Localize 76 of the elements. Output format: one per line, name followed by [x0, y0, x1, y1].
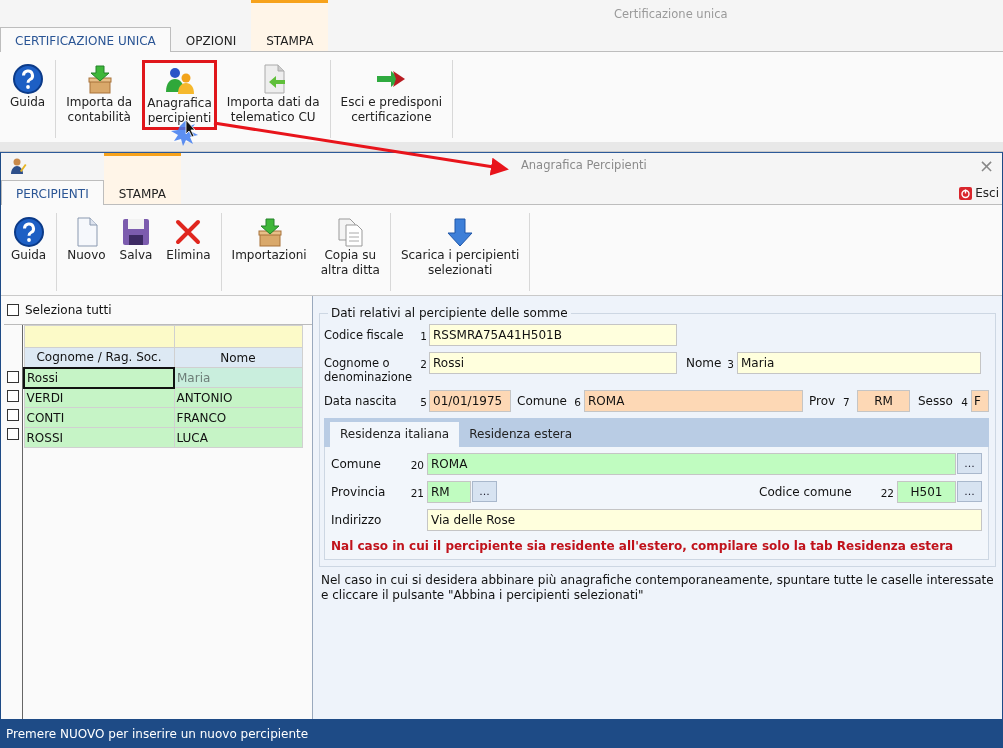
ribbon-button[interactable]: Copia su altra ditta — [316, 213, 384, 281]
section-title: Dati relativi al percipiente delle somme — [330, 306, 569, 320]
window-title: Anagrafica Percipienti — [519, 157, 648, 175]
ribbon-button[interactable]: Guida — [6, 60, 50, 113]
filter-cell[interactable] — [174, 325, 302, 348]
ribbon-button[interactable]: Importazioni — [227, 213, 311, 266]
field-number: 2 — [420, 357, 427, 372]
field-label: Comune — [517, 393, 568, 408]
ribbon-button[interactable]: Importa da contabilità — [62, 60, 137, 128]
ribbon-button[interactable]: Importa dati da telematico CU — [222, 60, 324, 128]
ribbon-button[interactable]: Scarica i percipienti selezionati — [396, 213, 524, 281]
input-field[interactable]: Maria — [737, 352, 981, 374]
field-label: Prov — [809, 393, 837, 408]
checkbox[interactable] — [7, 390, 19, 402]
field-number: 6 — [573, 395, 581, 410]
power-icon — [959, 186, 973, 200]
field-number: 21 — [409, 486, 424, 501]
field-number: 4 — [960, 395, 968, 410]
checkbox[interactable] — [7, 428, 19, 440]
table-cell: Rossi — [24, 367, 174, 388]
field-number: 5 — [420, 395, 427, 410]
field-label: Nome — [686, 355, 723, 370]
input-field[interactable]: ROMA — [584, 390, 803, 412]
input-field[interactable]: H501 — [897, 481, 956, 503]
field-label: Data nascita — [324, 393, 398, 408]
field-number: 3 — [726, 357, 734, 372]
warning-text: Nal caso in cui il percipiente sia residente all'estero, compilare solo la tab Residenza estera — [331, 538, 955, 555]
input-field[interactable]: ROMA — [427, 453, 956, 475]
input-field[interactable]: RM — [427, 481, 471, 503]
table-cell: ROSSI — [24, 427, 174, 448]
table-cell: CONTI — [24, 407, 174, 428]
field-label: Sesso — [918, 393, 954, 408]
browse-button[interactable]: ... — [957, 453, 982, 474]
tab[interactable]: Residenza italiana — [330, 422, 460, 447]
field-label: Provincia — [331, 484, 387, 499]
browse-button[interactable]: ... — [472, 481, 497, 502]
field-label: Codice comune — [759, 484, 853, 499]
input-field[interactable]: Rossi — [429, 352, 677, 374]
input-field[interactable]: RM — [857, 390, 910, 412]
tab[interactable]: PERCIPIENTI — [1, 180, 104, 205]
input-field[interactable]: F — [971, 390, 989, 412]
table-cell: VERDI — [24, 387, 174, 408]
status-bar: Premere NUOVO per inserire un nuovo percipiente — [1, 719, 1002, 747]
select-all-label: Seleziona tutti — [25, 302, 112, 319]
note-text: Nel caso in cui si desidera abbinare più anagrafiche contemporaneamente, spuntare tutte le caselle interessate e cliccare il pulsante "Abbina i percipienti selezionati" — [321, 573, 994, 603]
field-number: 1 — [420, 329, 427, 344]
input-field[interactable]: 01/01/1975 — [429, 390, 511, 412]
field-number: 22 — [879, 486, 894, 501]
ribbon-button[interactable]: Nuovo — [63, 213, 110, 266]
ribbon-button[interactable]: Salva — [115, 213, 157, 266]
field-label: Cognome o denominazione — [324, 355, 414, 384]
ribbon-button[interactable]: Guida — [7, 213, 51, 266]
input-field[interactable]: RSSMRA75A41H501B — [429, 324, 677, 346]
input-field[interactable]: Via delle Rose — [427, 509, 982, 531]
ribbon-button[interactable]: Anagrafica percipienti — [142, 60, 217, 130]
field-number: 7 — [843, 395, 849, 410]
field-label: Indirizzo — [331, 512, 383, 527]
column-header: Cognome / Rag. Soc. — [24, 347, 174, 368]
ribbon-button[interactable]: Elimina — [162, 213, 215, 266]
exit-button[interactable]: Esci — [956, 184, 1002, 204]
app-title: Certificazione unica — [612, 6, 729, 23]
ribbon-button[interactable]: Esci e predisponi certificazione — [336, 60, 447, 128]
checkbox[interactable] — [7, 409, 19, 421]
user-edit-icon — [9, 157, 27, 175]
filter-cell[interactable] — [24, 325, 174, 348]
field-label: Codice fiscale — [324, 327, 405, 342]
checkbox[interactable] — [7, 371, 19, 383]
checkbox[interactable] — [7, 304, 19, 316]
tab[interactable]: Residenza estera — [459, 422, 583, 447]
tab[interactable]: CERTIFICAZIONE UNICA — [0, 27, 171, 52]
browse-button[interactable]: ... — [957, 481, 982, 502]
help-icon — [12, 216, 45, 248]
field-number: 20 — [409, 458, 424, 473]
tab[interactable]: OPZIONI — [170, 27, 252, 51]
field-label: Comune — [331, 456, 382, 471]
help-icon — [11, 63, 44, 95]
